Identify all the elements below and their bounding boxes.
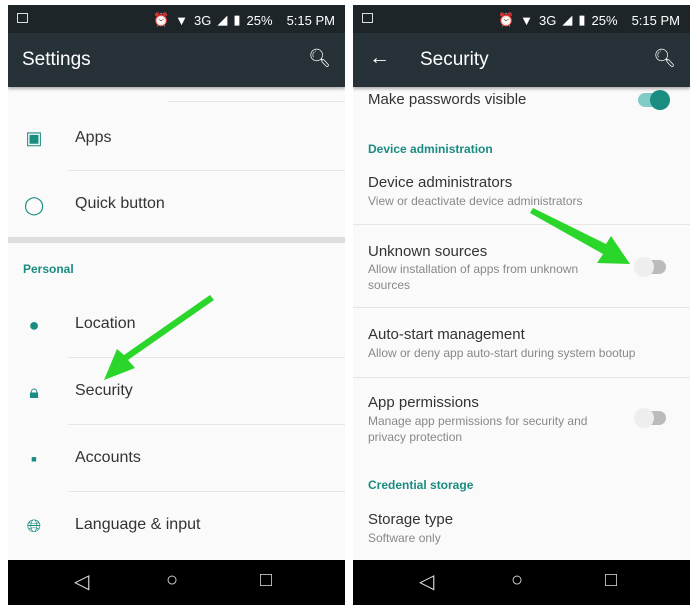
annotation-arrows (104, 208, 630, 380)
green-arrow-icon (530, 208, 630, 264)
green-arrow-icon (104, 295, 214, 380)
